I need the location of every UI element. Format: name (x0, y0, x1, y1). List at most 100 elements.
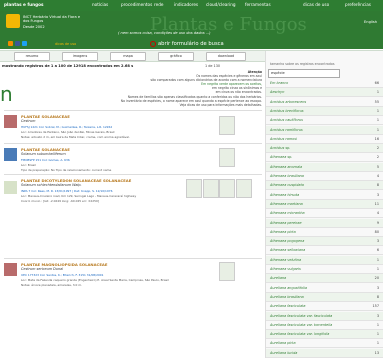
facet-item-name: Athenaea vulgaris (270, 267, 301, 271)
nav-dicas-de-uso[interactable]: dicas de uso (303, 2, 329, 7)
facet-item[interactable]: Aureliana fasciculata var. longifolia 1 (266, 330, 383, 340)
specimen-image[interactable] (219, 148, 235, 167)
specimen-image[interactable] (219, 116, 235, 135)
record-name[interactable]: Solanum schlechtendalianum Walp. (21, 183, 82, 187)
record-line: Loc: Arredores de Pantano, São João del-… (21, 130, 115, 134)
facet-item-name: Aeschyn (270, 90, 285, 95)
twitter-icon[interactable] (22, 41, 27, 46)
facet-item-name: Aureliana lucida (270, 350, 298, 355)
facet-item[interactable]: Athenaea cuspidata 8 (266, 181, 383, 191)
nav-indicadores[interactable]: indicadores (174, 2, 198, 7)
nav-ferramentas[interactable]: ferramentas (245, 2, 271, 7)
social-icons (8, 41, 29, 47)
specimen-thumbnail[interactable] (4, 263, 17, 276)
facet-item-count: 3 (376, 239, 379, 244)
record-item[interactable]: PLANTAE MAGNOLIOPSIDA SOLANACEAE Cestrum… (4, 258, 262, 359)
record-line: INPA 7 Col: Rees, M. R. 13/01/1997 | Det… (21, 189, 113, 193)
specimen-thumbnail[interactable] (4, 115, 17, 128)
pager[interactable]: 1 de 130 (205, 64, 220, 68)
facet-item[interactable]: Athenaea sp. 2 (266, 153, 383, 163)
facet-item[interactable]: Athenaea martiana 11 (266, 199, 383, 209)
facet-item-count: 1 (376, 118, 379, 123)
nav-rede[interactable]: rede (154, 2, 163, 7)
language-link[interactable]: English (364, 20, 377, 24)
facet-item[interactable]: Aureliana fasciculata var. fasciculata 3 (266, 311, 383, 321)
facet-item[interactable]: Athenaea hirsuta 3 (266, 191, 383, 200)
record-name[interactable]: Cestrum sericeum Dunal (21, 267, 63, 271)
record-line: UEC 177323 Col: Santos, K.; Eiterich, F.… (21, 273, 104, 277)
facet-item[interactable]: Acnistus sp. 2 (266, 144, 383, 154)
record-item[interactable]: PLANTAE SOLANACEAE Cestrum HUFSJ 1221 Co… (4, 110, 262, 143)
facet-item-name: Athenaea sellowiana (270, 248, 306, 253)
facet-item-count: 3 (376, 313, 379, 318)
facet-item[interactable]: Aureliana picta 1 (266, 339, 383, 349)
facet-item-name: Athenaea anomala (270, 164, 303, 169)
tab-download[interactable]: download (206, 52, 246, 61)
tab-mapa[interactable]: mapa (110, 52, 146, 61)
rss-icon[interactable] (8, 41, 13, 46)
facet-item[interactable]: Em branco 66 (266, 79, 383, 88)
facet-item-count: 3 (376, 285, 379, 290)
specimen-image[interactable] (219, 179, 235, 198)
facet-item[interactable]: Athenaea picta 80 (266, 228, 383, 237)
inpa-thumbnail[interactable] (4, 181, 17, 194)
tab-grafico[interactable]: gráfico (158, 52, 194, 61)
facet-item[interactable]: Athenaea anomala 5 (266, 162, 383, 172)
tab-imagens[interactable]: imagens (62, 52, 98, 61)
facet-item[interactable]: Athenaea pogogena 3 (266, 237, 383, 247)
specimen-thumbnail[interactable] (4, 148, 17, 161)
nav-preferencias[interactable]: preferências (345, 2, 371, 7)
logo-label: INCT Herbário Virtual da Flora e dos Fun… (23, 15, 81, 24)
specimen-image[interactable] (219, 262, 235, 281)
facet-item-name: Acnistus sp. (270, 146, 291, 151)
facet-item-count: 8 (376, 183, 379, 188)
facet-item[interactable]: Athenaea pereirae 9 (266, 218, 383, 228)
facet-item[interactable]: Athenaea micrantha 4 (266, 209, 383, 219)
facet-item[interactable]: Athenaea velutina 1 (266, 255, 383, 265)
facet-item-count: 4 (376, 211, 379, 216)
specimen-image[interactable] (203, 179, 219, 198)
facet-item-count: 8 (376, 294, 379, 299)
facet-item-name: Athenaea sp. (270, 155, 293, 160)
facet-item[interactable]: Acnistus ramiflorus 1 (266, 125, 383, 135)
facet-item-count: 66 (374, 81, 379, 85)
header-subtitle[interactable]: ( nem somos coisa, condições de uso dos … (118, 31, 211, 35)
facet-item[interactable]: Athenaea brasiliana 4 (266, 172, 383, 181)
facet-select[interactable]: espécie (268, 69, 340, 78)
record-name[interactable]: Cestrum (21, 119, 35, 123)
nav-procedimentos[interactable]: procedimentos (121, 2, 152, 7)
record-name[interactable]: Solanum subumbelliferum (21, 152, 66, 156)
facet-item[interactable]: Aureliana brasiliana 8 (266, 292, 383, 302)
dicas-link[interactable]: dicas de uso (55, 42, 76, 46)
facet-item[interactable]: Acnistus ramosi 16 (266, 135, 383, 144)
inct-logo-icon[interactable] (6, 14, 20, 28)
facet-item[interactable]: Aureliana fasciculata var. tomentella 1 (266, 321, 383, 330)
facet-item[interactable]: Athenaea vulgaris 1 (266, 265, 383, 274)
facet-item[interactable]: Athenaea sellowiana 6 (266, 246, 383, 256)
record-line: Tipo de preparação: No Tipo de relaciona… (21, 168, 112, 172)
specimen-image[interactable] (236, 179, 252, 198)
specimen-image[interactable] (186, 179, 202, 198)
record-line: Coord. munic.: [lat: -2.0249 long: -60.0… (21, 199, 99, 203)
nav-brand[interactable]: plantas e fungos (4, 2, 43, 7)
record-item[interactable]: PLANTAE DICOTYLEDON SOLANACEAE SOLANACEA… (4, 174, 262, 257)
facet-item-count: 1 (376, 322, 379, 327)
facebook-icon[interactable] (15, 41, 20, 46)
facet-item[interactable]: Aeschyn 1 (266, 88, 383, 98)
facet-item[interactable]: Acnistus arborescens 55 (266, 98, 383, 107)
facet-item-count: 2 (376, 146, 379, 151)
facet-item[interactable]: Aureliana lucida 13 (266, 348, 383, 358)
facet-item-count: 157 (372, 304, 379, 309)
nav-noticias[interactable]: notícias (92, 2, 108, 7)
facet-item[interactable]: Aureliana 20 (266, 274, 383, 284)
facet-item[interactable]: Aureliana angustifolia 3 (266, 284, 383, 293)
nav-cloud-clearing[interactable]: cloud/clearing (206, 2, 236, 7)
facet-item[interactable]: Acnistus cauliflorus 1 (266, 116, 383, 126)
tab-resumo[interactable]: resumo (14, 52, 50, 61)
facet-item-name: Athenaea picta (270, 229, 296, 234)
facet-item-count: 5 (376, 164, 379, 169)
open-search-form[interactable]: abrir formulário de busca (150, 41, 224, 47)
record-item[interactable]: PLANTAE SOLANACEAE Solanum subumbellifer… (4, 143, 262, 174)
facet-item[interactable]: Acnistus breviflorus 1 (266, 106, 383, 116)
facet-item[interactable]: Aureliana fasciculata 157 (266, 302, 383, 312)
